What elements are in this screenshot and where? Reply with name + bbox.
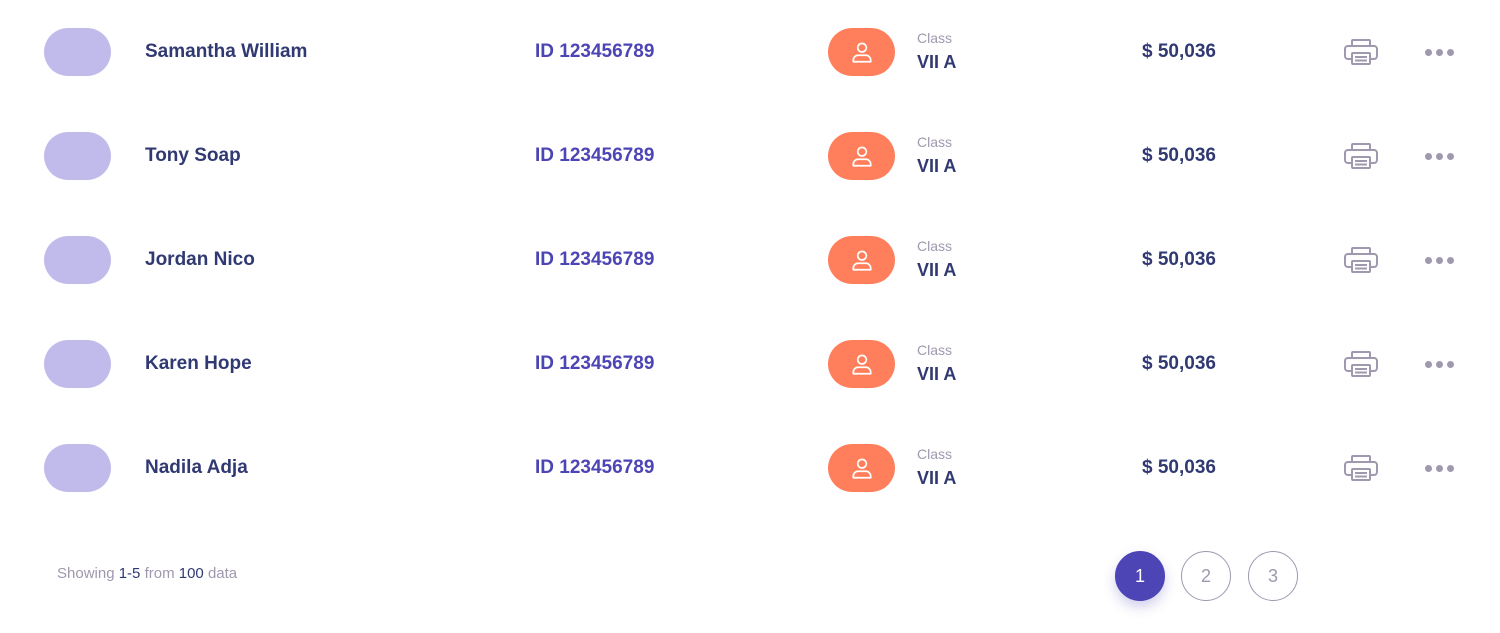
- more-options-button[interactable]: [1420, 44, 1458, 60]
- table-row: Samantha William ID 123456789 Class VII …: [0, 0, 1500, 104]
- class-label: Class: [917, 238, 953, 254]
- student-name[interactable]: Jordan Nico: [145, 249, 255, 271]
- table-row: Tony Soap ID 123456789 Class VII A $ 50,…: [0, 104, 1500, 208]
- student-name[interactable]: Samantha William: [145, 41, 307, 63]
- user-icon: [851, 146, 872, 167]
- student-name[interactable]: Nadila Adja: [145, 457, 248, 479]
- print-button[interactable]: [1342, 37, 1380, 67]
- class-badge: [828, 444, 895, 492]
- summary-range: 1-5: [118, 565, 141, 582]
- student-id: ID 123456789: [535, 249, 655, 270]
- class-label: Class: [917, 134, 953, 150]
- more-options-button[interactable]: [1420, 252, 1458, 268]
- page-button-1[interactable]: 1: [1115, 551, 1165, 601]
- class-value: VII A: [917, 364, 957, 384]
- more-horizontal-icon: [1424, 256, 1432, 264]
- printer-icon: [1344, 455, 1378, 481]
- summary-data: data: [207, 565, 238, 582]
- user-icon: [851, 458, 872, 479]
- class-label: Class: [917, 30, 953, 46]
- summary-from: from: [144, 565, 175, 582]
- more-horizontal-icon: [1424, 48, 1432, 56]
- print-button[interactable]: [1342, 245, 1380, 275]
- print-button[interactable]: [1342, 141, 1380, 171]
- amount: $ 50,036: [1142, 249, 1216, 270]
- pagination-summary: Showing 1-5 from 100 data: [57, 565, 237, 582]
- table-row: Karen Hope ID 123456789 Class VII A $ 50…: [0, 312, 1500, 416]
- avatar: [44, 132, 111, 180]
- table-row: Nadila Adja ID 123456789 Class VII A $ 5…: [0, 416, 1500, 520]
- student-name[interactable]: Karen Hope: [145, 353, 252, 375]
- more-options-button[interactable]: [1420, 460, 1458, 476]
- class-value: VII A: [917, 156, 957, 176]
- amount: $ 50,036: [1142, 353, 1216, 374]
- table-row: Jordan Nico ID 123456789 Class VII A $ 5…: [0, 208, 1500, 312]
- class-value: VII A: [917, 260, 957, 280]
- avatar: [44, 340, 111, 388]
- more-options-button[interactable]: [1420, 148, 1458, 164]
- avatar: [44, 236, 111, 284]
- printer-icon: [1344, 247, 1378, 273]
- class-value: VII A: [917, 52, 957, 72]
- amount: $ 50,036: [1142, 41, 1216, 62]
- class-badge: [828, 28, 895, 76]
- summary-total: 100: [178, 565, 204, 582]
- class-badge: [828, 340, 895, 388]
- class-badge: [828, 132, 895, 180]
- user-icon: [851, 42, 872, 63]
- user-icon: [851, 354, 872, 375]
- more-horizontal-icon: [1424, 464, 1432, 472]
- avatar: [44, 444, 111, 492]
- class-label: Class: [917, 446, 953, 462]
- class-value: VII A: [917, 468, 957, 488]
- print-button[interactable]: [1342, 349, 1380, 379]
- class-label: Class: [917, 342, 953, 358]
- avatar: [44, 28, 111, 76]
- summary-showing: Showing: [57, 565, 115, 582]
- amount: $ 50,036: [1142, 145, 1216, 166]
- class-badge: [828, 236, 895, 284]
- student-id: ID 123456789: [535, 353, 655, 374]
- amount: $ 50,036: [1142, 457, 1216, 478]
- student-name[interactable]: Tony Soap: [145, 145, 241, 167]
- student-id: ID 123456789: [535, 145, 655, 166]
- more-options-button[interactable]: [1420, 356, 1458, 372]
- printer-icon: [1344, 143, 1378, 169]
- printer-icon: [1344, 39, 1378, 65]
- page-button-3[interactable]: 3: [1248, 551, 1298, 601]
- page-button-2[interactable]: 2: [1181, 551, 1231, 601]
- student-id: ID 123456789: [535, 41, 655, 62]
- user-icon: [851, 250, 872, 271]
- more-horizontal-icon: [1424, 152, 1432, 160]
- student-id: ID 123456789: [535, 457, 655, 478]
- more-horizontal-icon: [1424, 360, 1432, 368]
- printer-icon: [1344, 351, 1378, 377]
- print-button[interactable]: [1342, 453, 1380, 483]
